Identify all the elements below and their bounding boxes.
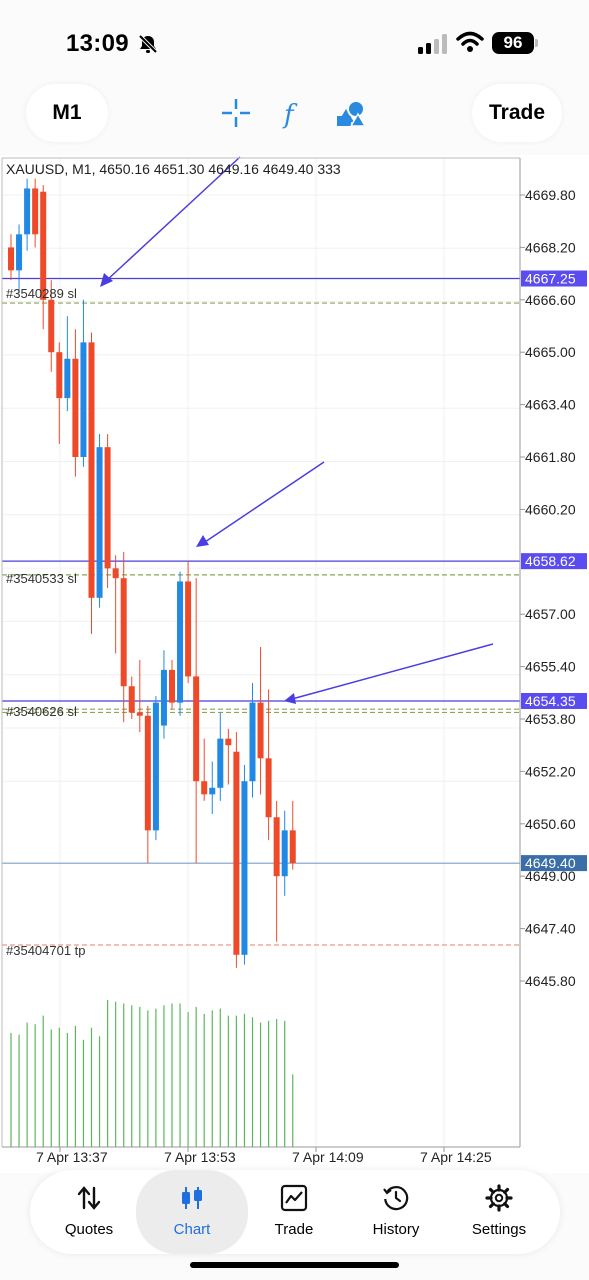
candle-body [233,751,240,955]
nav-history[interactable]: History [344,1170,448,1254]
candle-body [96,447,103,598]
price-tick-label: 4650.60 [525,816,576,832]
order-label: #3540289 sl [6,286,77,301]
candle-body [289,830,296,864]
price-tick-label: 4666.60 [525,292,576,308]
candle-body [48,299,55,353]
nav-settings[interactable]: Settings [447,1170,551,1254]
nav-history-label: History [372,1221,420,1238]
candle-body [265,758,272,818]
nav-quotes[interactable]: Quotes [37,1170,141,1254]
candle-body [257,702,264,759]
nav-settings-label: Settings [471,1221,527,1238]
candle-body [136,712,143,716]
nav-chart-label: Chart [173,1221,211,1238]
candle-body [217,738,224,788]
candle-body [120,578,127,687]
candle-body [112,568,119,579]
status-time: 13:09 [66,30,129,57]
home-indicator [190,1262,399,1268]
candle-body [64,358,71,399]
order-label: #3540533 sl [6,571,77,586]
wifi-icon [456,31,484,52]
trade-button[interactable]: Trade [472,84,562,142]
bottom-navigation: Quotes Chart Trade History Settings [30,1170,560,1254]
candle-body [16,234,23,271]
candle-body [144,715,151,831]
candle-body [201,781,208,795]
price-tick-label: 4665.00 [525,344,576,360]
price-chart[interactable]: #3540289 sl #3540533 sl #3540626 sl #354047… [0,155,589,1173]
candle-body [273,817,280,877]
candle-body [128,686,135,713]
price-tick-label: 4647.40 [525,921,576,937]
nav-chart[interactable]: Chart [136,1170,248,1254]
candle-body [104,447,111,569]
price-badge-label: 4667.25 [525,271,576,287]
candle-body [193,676,200,782]
svg-text:f: f [282,100,298,130]
time-tick-label: 7 Apr 13:37 [36,1149,108,1165]
candle-body [241,781,248,955]
price-tick-label: 4657.00 [525,606,576,622]
indicators-function-icon[interactable]: f [276,96,310,130]
price-tick-label: 4655.40 [525,659,576,675]
history-clock-icon [383,1185,409,1211]
battery-indicator: 96 [492,32,534,54]
nav-quotes-label: Quotes [64,1221,114,1238]
settings-gear-icon [485,1184,513,1212]
nav-trade[interactable]: Trade [242,1170,346,1254]
time-tick-label: 7 Apr 14:25 [420,1149,492,1165]
candle-body [152,702,159,831]
price-tick-label: 4668.20 [525,239,576,255]
candle-body [40,191,47,300]
quotes-arrows-icon [77,1186,101,1210]
status-bar: 13:09 96 [0,0,589,70]
candle-body [160,669,167,726]
price-tick-label: 4645.80 [525,973,576,989]
price-badge-label: 4658.62 [525,553,576,569]
cellular-signal-icon [418,34,447,54]
price-tick-label: 4652.20 [525,763,576,779]
price-badge-label: 4654.35 [525,693,576,709]
candle-body [281,830,288,877]
candle-body [80,342,87,457]
candle-body [209,787,216,795]
candle-body [225,738,232,746]
nav-trade-label: Trade [274,1221,314,1238]
candle-body [8,247,14,271]
trade-chart-icon [280,1184,308,1212]
price-tick-label: 4660.20 [525,501,576,517]
candle-body [72,358,79,457]
price-tick-label: 4663.40 [525,397,576,413]
candle-body [88,342,95,598]
candle-body [177,581,184,703]
order-label: #35404701 tp [6,943,86,958]
order-label: #3540626 sl [6,704,77,719]
chart-symbol-header: XAUUSD, M1, 4650.16 4651.30 4649.16 4649… [6,161,341,177]
price-tick-label: 4661.80 [525,449,576,465]
time-tick-label: 7 Apr 14:09 [292,1149,364,1165]
battery-tip [535,39,538,47]
time-tick-label: 7 Apr 13:53 [164,1149,236,1165]
chart-background [0,155,589,1173]
price-badge-label: 4649.40 [525,855,576,871]
candle-body [249,702,256,782]
crosshair-icon[interactable] [219,96,253,130]
candle-body [24,188,31,235]
candle-body [56,352,63,399]
price-tick-label: 4669.80 [525,187,576,203]
bell-slash-icon [138,34,158,54]
timeframe-button[interactable]: M1 [26,84,108,142]
candle-body [169,669,175,703]
objects-shapes-icon[interactable] [334,96,368,130]
candle-body [32,188,39,235]
chart-candles-icon [182,1187,202,1209]
price-tick-label: 4653.80 [525,711,576,727]
candle-body [185,581,192,677]
chart-toolbar: M1 f Trade [0,84,589,142]
